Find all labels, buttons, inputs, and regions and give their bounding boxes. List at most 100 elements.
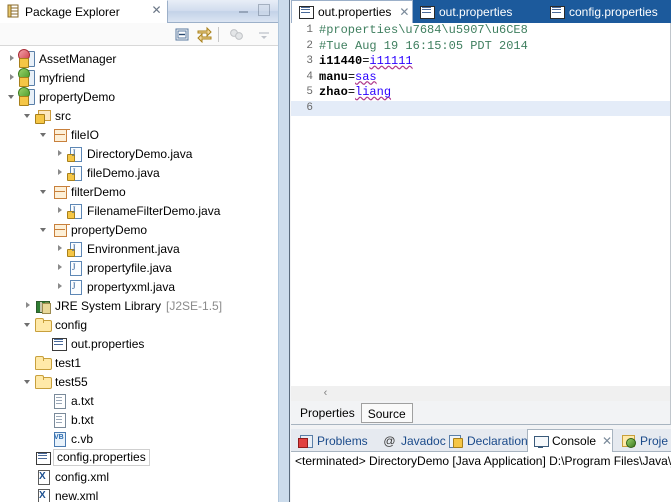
sash-divider[interactable] bbox=[278, 0, 290, 502]
editor-horizontal-scrollbar[interactable]: ‹ bbox=[291, 386, 671, 401]
bottom-tab[interactable]: Declaration bbox=[443, 429, 528, 452]
tree-item[interactable]: propertyxml.java bbox=[0, 277, 278, 296]
tree-item[interactable]: FilenameFilterDemo.java bbox=[0, 201, 278, 220]
comment-token: #properties\u7684\u5907\u6CE8 bbox=[319, 23, 528, 37]
view-menu-icon[interactable] bbox=[256, 26, 273, 43]
close-icon[interactable]: ✕ bbox=[150, 4, 163, 17]
library-icon bbox=[35, 298, 51, 314]
bottom-tab[interactable]: @ Javadoc bbox=[377, 429, 445, 452]
expand-arrow-icon[interactable] bbox=[38, 182, 51, 201]
tree-item[interactable]: myfriend bbox=[0, 67, 278, 87]
tree-item[interactable]: filterDemo bbox=[0, 182, 278, 201]
property-key: i11440 bbox=[319, 54, 363, 68]
tree-item-label: c.vb bbox=[71, 431, 94, 446]
expand-arrow-icon[interactable] bbox=[6, 49, 19, 68]
warning-overlay-icon bbox=[67, 153, 75, 162]
expand-arrow-icon[interactable] bbox=[38, 220, 51, 239]
minimize-icon[interactable] bbox=[238, 4, 250, 16]
tree-item[interactable]: AssetManager bbox=[0, 48, 278, 68]
tree-item[interactable]: config bbox=[0, 315, 278, 334]
tree-item[interactable]: config.xml bbox=[0, 467, 278, 486]
code-line[interactable]: 6 bbox=[291, 100, 670, 116]
tree-item[interactable]: c.vb bbox=[0, 429, 278, 448]
expand-arrow-icon[interactable] bbox=[54, 201, 67, 220]
expand-arrow-icon[interactable] bbox=[22, 372, 35, 391]
expand-arrow-icon[interactable] bbox=[54, 163, 67, 182]
tree-item[interactable]: config.properties bbox=[0, 448, 278, 467]
focus-on-active-task-icon[interactable] bbox=[228, 26, 245, 43]
tree-item[interactable]: propertyDemo bbox=[0, 86, 278, 106]
tree-item[interactable]: Environment.java bbox=[0, 239, 278, 258]
project-asset-icon bbox=[18, 48, 35, 68]
tree-item[interactable]: DirectoryDemo.java bbox=[0, 144, 278, 163]
expand-arrow-icon[interactable] bbox=[54, 144, 67, 163]
tree-item[interactable]: b.txt bbox=[0, 410, 278, 429]
property-key: zhao bbox=[319, 85, 348, 99]
editor-tab[interactable]: config.properties bbox=[543, 0, 671, 23]
editor-page-tab[interactable]: Properties bbox=[294, 403, 361, 423]
close-icon[interactable]: ✕ bbox=[602, 434, 612, 448]
code-line[interactable]: 5 zhao=liang bbox=[291, 85, 670, 101]
tree-item-label: filterDemo bbox=[71, 184, 126, 199]
bottom-tab-label: Console bbox=[552, 434, 597, 448]
tree-item-label: b.txt bbox=[71, 412, 94, 427]
declaration-icon bbox=[448, 434, 463, 448]
tree-item[interactable]: a.txt bbox=[0, 391, 278, 410]
line-number: 2 bbox=[306, 39, 313, 52]
bottom-tab[interactable]: Console ✕ bbox=[527, 429, 613, 452]
expand-arrow-icon[interactable] bbox=[54, 239, 67, 258]
bottom-tab-label: Proje bbox=[640, 433, 669, 448]
expand-arrow-icon[interactable] bbox=[6, 87, 19, 106]
expand-arrow-icon[interactable] bbox=[38, 125, 51, 144]
source-code-area[interactable]: 1 #properties\u7684\u5907\u6CE8 2 #Tue Aug … bbox=[291, 23, 670, 386]
scroll-left-icon[interactable]: ‹ bbox=[319, 387, 332, 400]
expand-arrow-icon[interactable] bbox=[6, 68, 19, 87]
tab-package-explorer[interactable]: Package Explorer bbox=[0, 0, 168, 23]
expand-arrow-icon[interactable] bbox=[22, 106, 35, 125]
eclipse-workbench: Package Explorer ✕ AssetManager myfriend… bbox=[0, 0, 671, 502]
tree-item[interactable]: propertyDemo bbox=[0, 220, 278, 239]
bottom-tab-label: Javadoc bbox=[401, 433, 446, 448]
comment-token: #Tue Aug 19 16:15:05 PDT 2014 bbox=[319, 38, 528, 53]
toolbar-separator bbox=[218, 27, 219, 42]
editor-page-tab[interactable]: Source bbox=[360, 402, 413, 423]
editor-page-tabs[interactable]: Properties Source bbox=[291, 401, 671, 425]
source-folder-icon bbox=[35, 107, 51, 124]
tree-item[interactable]: propertyfile.java bbox=[0, 258, 278, 277]
expand-arrow-icon[interactable] bbox=[54, 277, 67, 296]
tree-item[interactable]: src bbox=[0, 106, 278, 125]
project-tree[interactable]: AssetManager myfriend propertyDemo src fileI… bbox=[0, 47, 278, 502]
tree-item-label: fileIO bbox=[71, 127, 100, 142]
editor-tab[interactable]: out.properties bbox=[413, 0, 543, 23]
tree-item[interactable]: new.xml bbox=[0, 486, 278, 502]
tree-item[interactable]: fileDemo.java bbox=[0, 163, 278, 182]
tree-item[interactable]: JRE System Library [J2SE-1.5] bbox=[0, 296, 278, 315]
code-line[interactable]: 1 #properties\u7684\u5907\u6CE8 bbox=[291, 23, 670, 39]
collapse-all-icon[interactable] bbox=[174, 26, 191, 43]
tree-item[interactable]: out.properties bbox=[0, 334, 278, 353]
tree-item[interactable]: fileIO bbox=[0, 125, 278, 144]
line-number: 1 bbox=[306, 24, 313, 36]
tree-item-label: propertyDemo bbox=[39, 89, 116, 104]
link-with-editor-icon[interactable] bbox=[196, 26, 213, 44]
bottom-tab[interactable]: Proje bbox=[616, 429, 671, 452]
property-key: manu bbox=[319, 69, 348, 84]
maximize-icon[interactable] bbox=[258, 4, 270, 16]
folder-icon bbox=[35, 355, 52, 371]
code-line[interactable]: 4 manu=sas bbox=[291, 70, 670, 86]
xml-icon bbox=[35, 469, 51, 485]
close-icon[interactable]: ✕ bbox=[399, 5, 409, 19]
expand-arrow-icon[interactable] bbox=[54, 258, 67, 277]
package-explorer-title: Package Explorer bbox=[25, 5, 120, 19]
tree-item[interactable]: test55 bbox=[0, 372, 278, 391]
editor-tab[interactable]: out.properties ✕ bbox=[291, 0, 413, 23]
tree-item[interactable]: test1 bbox=[0, 353, 278, 372]
expand-arrow-icon[interactable] bbox=[22, 315, 35, 334]
code-line[interactable]: 2 #Tue Aug 19 16:15:05 PDT 2014 bbox=[291, 39, 670, 55]
expand-arrow-icon[interactable] bbox=[22, 296, 35, 315]
code-line[interactable]: 3 i11440=i11111 bbox=[291, 54, 670, 70]
bottom-tab[interactable]: Problems bbox=[293, 429, 375, 452]
properties-editor[interactable]: 1 #properties\u7684\u5907\u6CE8 2 #Tue Aug … bbox=[291, 23, 671, 386]
